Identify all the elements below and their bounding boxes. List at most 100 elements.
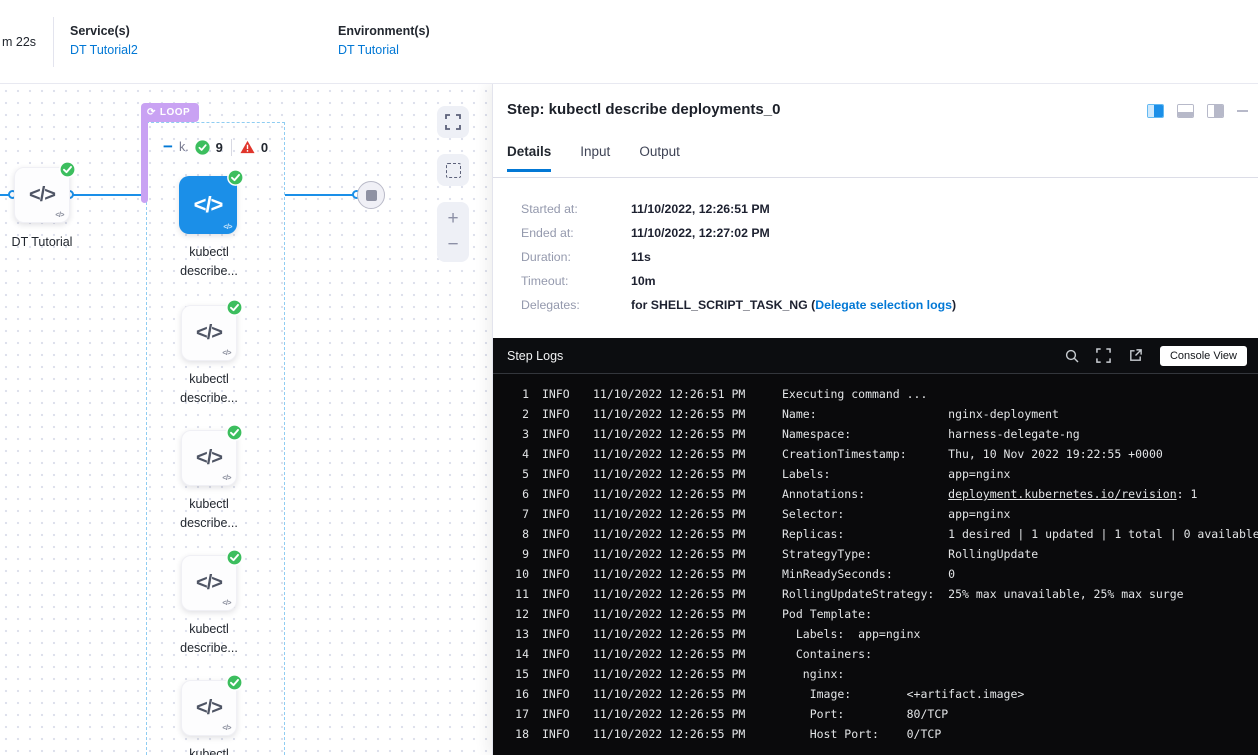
failed-count: 0 bbox=[261, 140, 268, 155]
zoom-out-icon[interactable]: − bbox=[447, 232, 458, 258]
log-line: 5INFO11/10/2022 12:26:55 PMLabels: app=n… bbox=[493, 464, 1258, 484]
log-timestamp: 11/10/2022 12:26:55 PM bbox=[593, 704, 749, 724]
step-label-line2: describe... bbox=[147, 639, 271, 658]
step-node-selected[interactable]: </> </> bbox=[179, 176, 237, 234]
step-label-line2: describe... bbox=[147, 262, 271, 281]
log-line-number: 5 bbox=[493, 464, 529, 484]
log-message: CreationTimestamp: Thu, 10 Nov 2022 19:2… bbox=[782, 444, 1163, 464]
code-mini-icon: </> bbox=[222, 600, 231, 607]
log-message: Image: <+artifact.image> bbox=[782, 684, 1024, 704]
code-icon: </> bbox=[196, 572, 222, 595]
success-icon bbox=[195, 140, 210, 155]
log-level: INFO bbox=[542, 424, 577, 444]
log-level: INFO bbox=[542, 564, 577, 584]
pipeline-canvas[interactable]: ⟳ LOOP − k. 9 0 </> bbox=[0, 85, 492, 755]
success-count: 9 bbox=[216, 140, 223, 155]
log-line-number: 7 bbox=[493, 504, 529, 524]
step-label-line2: describe... bbox=[147, 389, 271, 408]
log-timestamp: 11/10/2022 12:26:55 PM bbox=[593, 584, 749, 604]
log-line-number: 3 bbox=[493, 424, 529, 444]
minimize-panel-icon[interactable] bbox=[1237, 110, 1248, 112]
step-node-matrix[interactable]: </></> bbox=[181, 430, 237, 486]
loop-badge: ⟳ LOOP bbox=[141, 103, 199, 122]
tab-output[interactable]: Output bbox=[639, 144, 680, 172]
canvas-zoom-control[interactable]: + − bbox=[437, 202, 469, 262]
log-message: Labels: app=nginx bbox=[782, 624, 920, 644]
end-node[interactable] bbox=[357, 181, 385, 209]
tab-details[interactable]: Details bbox=[507, 144, 551, 172]
detail-row-delegates: Delegates: for SHELL_SCRIPT_TASK_NG (Del… bbox=[521, 298, 956, 322]
execution-topbar: m 22s Service(s) DT Tutorial2 Environmen… bbox=[0, 0, 1258, 84]
log-line: 1INFO11/10/2022 12:26:51 PMExecuting com… bbox=[493, 384, 1258, 404]
selection-box-icon bbox=[446, 163, 461, 178]
service-link[interactable]: DT Tutorial2 bbox=[70, 43, 138, 57]
log-timestamp: 11/10/2022 12:26:55 PM bbox=[593, 444, 749, 464]
open-external-icon[interactable] bbox=[1128, 348, 1143, 363]
step-details-list: Started at: 11/10/2022, 12:26:51 PM Ende… bbox=[521, 202, 956, 322]
detail-label: Delegates: bbox=[521, 298, 631, 312]
code-icon: </> bbox=[196, 447, 222, 470]
step-logs-title: Step Logs bbox=[507, 349, 563, 363]
log-message: StrategyType: RollingUpdate bbox=[782, 544, 1038, 564]
layout-split-view-button[interactable] bbox=[1147, 104, 1164, 118]
matrix-divider bbox=[231, 139, 232, 156]
step-label-line1: kubectl bbox=[147, 243, 271, 262]
stage-node-dt-tutorial[interactable]: </> </> bbox=[14, 167, 70, 223]
log-line: 13 INFO 11/10/2022 12:26:55 PM Labels: app… bbox=[493, 624, 1258, 644]
code-icon: </> bbox=[196, 697, 222, 720]
log-timestamp: 11/10/2022 12:26:55 PM bbox=[593, 644, 749, 664]
code-icon: </> bbox=[29, 184, 55, 207]
step-node-matrix[interactable]: </></> bbox=[181, 680, 237, 736]
log-message: Host Port: 0/TCP bbox=[782, 724, 941, 744]
log-timestamp: 11/10/2022 12:26:55 PM bbox=[593, 664, 749, 684]
log-timestamp: 11/10/2022 12:26:55 PM bbox=[593, 624, 749, 644]
canvas-fullscreen-button[interactable] bbox=[437, 106, 469, 138]
console-view-button[interactable]: Console View bbox=[1160, 346, 1247, 366]
log-level: INFO bbox=[542, 524, 577, 544]
log-message: Executing command ... bbox=[782, 384, 927, 404]
step-node-matrix[interactable]: </></> bbox=[181, 305, 237, 361]
detail-value: 10m bbox=[631, 274, 656, 288]
canvas-select-button[interactable] bbox=[437, 154, 469, 186]
fullscreen-logs-icon[interactable] bbox=[1096, 348, 1111, 363]
log-timestamp: 11/10/2022 12:26:55 PM bbox=[593, 544, 749, 564]
log-line-number: 12 bbox=[493, 604, 529, 624]
log-line-number: 17 bbox=[493, 704, 529, 724]
code-mini-icon: </> bbox=[223, 224, 232, 231]
warning-icon bbox=[240, 140, 255, 154]
pipeline-execution-page: m 22s Service(s) DT Tutorial2 Environmen… bbox=[0, 0, 1258, 755]
log-line: 11INFO11/10/2022 12:26:55 PMRollingUpdat… bbox=[493, 584, 1258, 604]
step-node-matrix[interactable]: </></> bbox=[181, 555, 237, 611]
detail-value: 11/10/2022, 12:26:51 PM bbox=[631, 202, 770, 216]
stop-icon bbox=[366, 190, 377, 201]
log-link[interactable]: deployment.kubernetes.io/revision bbox=[948, 487, 1176, 501]
stage-label: DT Tutorial bbox=[0, 233, 104, 252]
step-label: kubectl describe... bbox=[147, 243, 271, 281]
log-level: INFO bbox=[542, 644, 577, 664]
detail-row-duration: Duration: 11s bbox=[521, 250, 956, 274]
zoom-in-icon[interactable]: + bbox=[447, 206, 458, 232]
collapse-icon[interactable]: − bbox=[163, 140, 173, 154]
log-level: INFO bbox=[542, 484, 577, 504]
log-line: 18INFO11/10/2022 12:26:55 PM Host Port: … bbox=[493, 724, 1258, 744]
log-timestamp: 11/10/2022 12:26:51 PM bbox=[593, 384, 749, 404]
log-message: Containers: bbox=[782, 644, 872, 664]
services-label: Service(s) bbox=[70, 24, 130, 38]
detail-label: Duration: bbox=[521, 250, 631, 264]
layout-right-view-button[interactable] bbox=[1207, 104, 1224, 118]
log-timestamp: 11/10/2022 12:26:55 PM bbox=[593, 424, 749, 444]
step-logs-console[interactable]: 1INFO11/10/2022 12:26:51 PMExecuting com… bbox=[493, 373, 1258, 755]
log-timestamp: 11/10/2022 12:26:55 PM bbox=[593, 564, 749, 584]
log-line-number: 15 bbox=[493, 664, 529, 684]
delegate-selection-logs-link[interactable]: Delegate selection logs bbox=[815, 298, 952, 312]
tab-input[interactable]: Input bbox=[580, 144, 610, 172]
search-icon[interactable] bbox=[1065, 349, 1079, 363]
log-line: 2INFO11/10/2022 12:26:55 PMName: nginx-d… bbox=[493, 404, 1258, 424]
step-label-line1: kubectl bbox=[147, 495, 271, 514]
environment-link[interactable]: DT Tutorial bbox=[338, 43, 399, 57]
log-line-number: 13 bbox=[493, 624, 529, 644]
log-level: INFO bbox=[542, 624, 577, 644]
layout-bottom-view-button[interactable] bbox=[1177, 104, 1194, 118]
success-check-icon bbox=[226, 674, 243, 691]
log-timestamp: 11/10/2022 12:26:55 PM bbox=[593, 684, 749, 704]
